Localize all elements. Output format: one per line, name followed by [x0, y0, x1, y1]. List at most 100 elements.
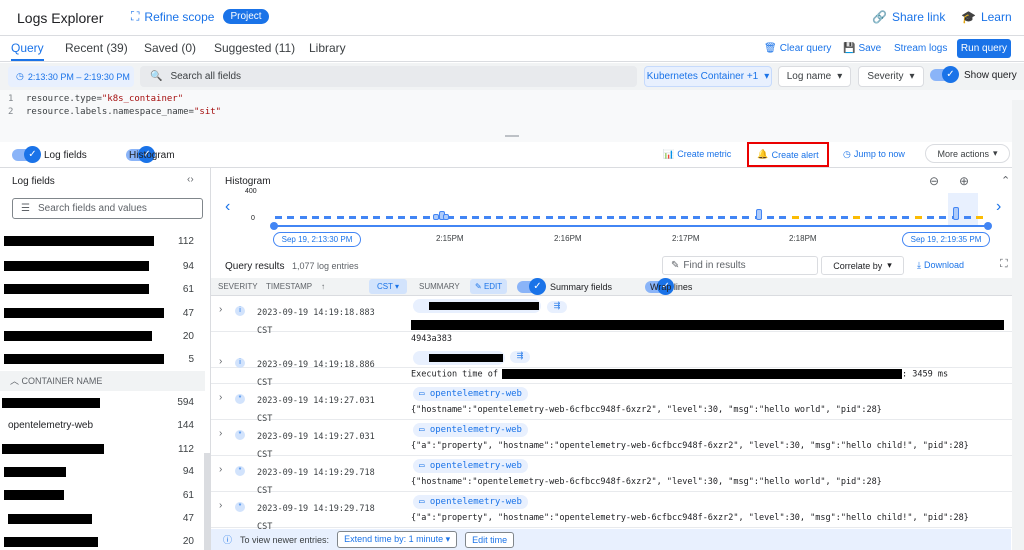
log-message: {"a":"property", "hostname":"opentelemet… — [411, 441, 969, 451]
tab-suggested[interactable]: Suggested (11) — [214, 41, 295, 55]
expand-icon[interactable]: › — [219, 464, 222, 475]
correlate-by-dropdown[interactable]: Correlate by ▾ — [821, 256, 904, 275]
resource-chip[interactable] — [413, 299, 541, 313]
tab-library[interactable]: Library — [309, 41, 346, 55]
range-end-label: Sep 19, 2:19:35 PM — [902, 232, 990, 247]
related-icon[interactable]: ⇶ — [510, 351, 530, 363]
log-entry-row[interactable]: › * 2023-09-19 14:19:27.031 CST ▭ opentel… — [211, 420, 1024, 460]
bell-icon: 🔔 — [757, 149, 769, 159]
chevron-right-icon[interactable]: › — [996, 198, 1001, 216]
resource-chip[interactable]: ▭ opentelemetry-web — [413, 423, 528, 437]
collapse-histogram-icon[interactable]: ⌃ — [1001, 174, 1010, 187]
range-end-handle[interactable] — [984, 222, 992, 230]
refine-scope-button[interactable]: ⛶ Refine scope Project — [131, 9, 269, 24]
more-actions-button[interactable]: More actions ▾ — [925, 144, 1010, 163]
clear-query-button[interactable]: 🗑 Clear query — [764, 43, 831, 54]
extend-time-button[interactable]: Extend time by: 1 minute ▾ — [337, 531, 458, 548]
download-button[interactable]: ⤓ Download — [917, 260, 964, 271]
log-name-label: Log name — [786, 71, 832, 82]
download-label: Download — [923, 260, 965, 270]
info-severity-icon: i — [235, 358, 245, 368]
log-entry-row[interactable]: › * 2023-09-19 14:19:27.031 CST ▭ opentel… — [211, 384, 1024, 424]
query-key: resource.labels.namespace_name= — [26, 107, 194, 117]
expand-icon[interactable]: › — [219, 500, 222, 511]
tab-saved[interactable]: Saved (0) — [144, 41, 196, 55]
search-icon: 🔍 — [150, 71, 163, 82]
chip-label: opentelemetry-web — [429, 389, 522, 399]
histogram-timeline[interactable] — [273, 225, 988, 227]
expand-icon[interactable]: › — [219, 428, 222, 439]
expand-icon[interactable]: › — [219, 304, 222, 315]
results-toolbar: Query results 1,077 log entries ✎ Find in… — [211, 253, 1024, 278]
stream-logs-button[interactable]: Stream logs — [894, 43, 947, 54]
log-entry-row[interactable]: › i 2023-09-19 14:19:18.886 CST ⇶ Executi… — [211, 348, 1024, 388]
jump-to-now-label: Jump to now — [853, 149, 905, 159]
container-name-section[interactable]: ︿ CONTAINER NAME — [0, 371, 205, 391]
field-count: 94 — [182, 466, 194, 477]
search-all-fields-input[interactable]: 🔍 Search all fields — [140, 66, 637, 87]
edit-time-button[interactable]: Edit time — [465, 531, 515, 548]
log-name-dropdown[interactable]: Log name ▾ — [778, 66, 851, 87]
summary-column: SUMMARY — [419, 282, 460, 291]
log-fields-toggle[interactable] — [12, 146, 41, 164]
field-count: 112 — [178, 236, 194, 247]
field-count: 47 — [182, 308, 194, 319]
run-query-button[interactable]: Run query — [957, 39, 1011, 58]
scrollbar[interactable] — [204, 453, 210, 550]
search-fields-input[interactable]: ☰ Search fields and values — [12, 198, 203, 219]
zoom-in-icon[interactable]: ⊕ — [959, 174, 969, 188]
histogram-bar — [756, 209, 762, 220]
learn-button[interactable]: 🎓 Learn — [961, 10, 1012, 24]
show-query-toggle[interactable]: Show query — [930, 66, 1017, 83]
histogram-bar — [767, 216, 774, 219]
related-icon[interactable]: ⇶ — [547, 301, 567, 313]
create-metric-button[interactable]: 📊 Create metric — [663, 149, 731, 160]
zoom-out-icon[interactable]: ⊖ — [929, 174, 939, 188]
edit-summary-button[interactable]: ✎ EDIT — [470, 279, 508, 294]
results-header: SEVERITY TIMESTAMP ↑ CST ▾ SUMMARY ✎ EDI… — [211, 278, 1024, 296]
timestamp-column[interactable]: TIMESTAMP — [266, 282, 312, 291]
page-scrollbar[interactable] — [1012, 100, 1024, 550]
query-editor[interactable]: 1 resource.type="k8s_container" 2 resour… — [0, 90, 1024, 142]
resource-chip[interactable]: ▭ opentelemetry-web — [413, 459, 528, 473]
severity-dropdown[interactable]: Severity ▾ — [858, 66, 924, 87]
container-item-label[interactable]: opentelemetry-web — [8, 420, 93, 431]
resource-chip[interactable]: ▭ opentelemetry-web — [413, 387, 528, 401]
log-entry-row[interactable]: › * 2023-09-19 14:19:29.718 CST ▭ opentel… — [211, 456, 1024, 496]
expand-icon[interactable]: › — [219, 392, 222, 403]
summary-fields-toggle[interactable] — [517, 278, 546, 295]
save-button[interactable]: 💾 Save — [843, 43, 881, 54]
edit-icon: ✎ — [671, 260, 680, 271]
expand-icon[interactable]: › — [219, 356, 222, 367]
correlate-label: Correlate by — [833, 260, 883, 271]
resource-chip[interactable]: ▭ opentelemetry-web — [413, 495, 528, 509]
dropdown-arrow-icon: ▾ — [837, 71, 843, 82]
timezone-dropdown[interactable]: CST ▾ — [369, 279, 407, 294]
create-alert-label: Create alert — [771, 149, 819, 160]
severity-label: Severity — [867, 71, 904, 82]
tab-query[interactable]: Query — [11, 41, 44, 61]
resource-chip[interactable] — [413, 351, 505, 365]
create-alert-button[interactable]: 🔔 Create alert — [747, 142, 829, 167]
range-start-handle[interactable] — [270, 222, 278, 230]
histogram-bar — [348, 216, 356, 219]
refine-scope-icon: ⛶ — [131, 9, 140, 23]
time-range-picker[interactable]: ◷ 2:13:30 PM – 2:19:30 PM — [8, 66, 134, 87]
resource-dropdown[interactable]: Kubernetes Container +1 ▾ — [644, 66, 772, 87]
fullscreen-icon[interactable]: ⛶ — [1000, 258, 1008, 271]
log-entry-row[interactable]: › * 2023-09-19 14:19:29.718 CST ▭ opentel… — [211, 492, 1024, 532]
severity-column[interactable]: SEVERITY — [218, 282, 258, 291]
jump-to-now-button[interactable]: ◷ Jump to now — [843, 149, 905, 160]
find-in-results-input[interactable]: ✎ Find in results — [662, 256, 818, 275]
histogram-bar — [533, 216, 541, 219]
histogram-bar — [398, 216, 405, 219]
resize-handle[interactable] — [505, 135, 519, 137]
field-count: 94 — [182, 261, 194, 272]
page-title: Logs Explorer — [17, 10, 104, 26]
chevron-left-icon[interactable]: ‹ — [225, 198, 230, 216]
chip-label: opentelemetry-web — [429, 461, 522, 471]
collapse-pane-icon[interactable]: ‹› — [187, 174, 194, 185]
sort-up-icon[interactable]: ↑ — [321, 282, 325, 291]
share-link-button[interactable]: 🔗 Share link — [872, 10, 945, 24]
tab-recent[interactable]: Recent (39) — [65, 41, 128, 55]
